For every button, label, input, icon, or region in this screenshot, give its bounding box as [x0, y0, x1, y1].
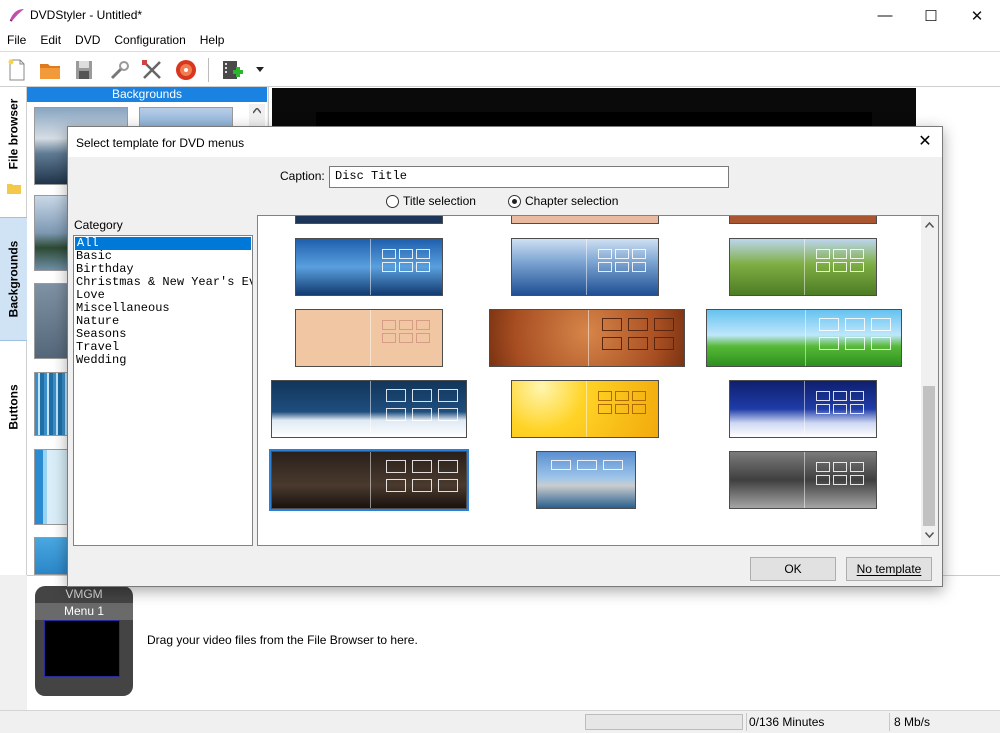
template-thumbnail[interactable] — [729, 216, 877, 224]
wrench-icon[interactable] — [108, 58, 132, 82]
caption-input[interactable]: Disc Title — [329, 166, 729, 188]
maximize-icon: ☐ — [924, 7, 938, 25]
tab-buttons[interactable]: Buttons — [0, 367, 27, 447]
status-divider — [746, 713, 747, 731]
bitrate-status: 8 Mb/s — [894, 715, 931, 729]
status-divider — [889, 713, 890, 731]
menu-dvd[interactable]: DVD — [68, 31, 107, 51]
template-thumbnail[interactable] — [511, 216, 659, 224]
drag-hint: Drag your video files from the File Brow… — [147, 633, 418, 647]
menu-1-thumbnail[interactable] — [44, 620, 120, 677]
menu-file[interactable]: File — [0, 31, 33, 51]
toolbar-separator — [208, 58, 209, 82]
category-item[interactable]: Wedding — [74, 354, 252, 367]
vmgm-menu-block[interactable]: VMGM Menu 1 — [35, 586, 133, 696]
burn-dvd-icon[interactable] — [174, 58, 198, 82]
status-bar: 0/136 Minutes 8 Mb/s — [0, 710, 1000, 733]
menu-help[interactable]: Help — [193, 31, 232, 51]
dialog-title-bar: Select template for DVD menus ✕ — [68, 127, 942, 157]
no-template-button[interactable]: No template — [846, 557, 932, 581]
chevron-up-icon[interactable] — [253, 108, 261, 114]
radio-title-selection[interactable]: Title selection — [386, 194, 476, 208]
background-thumbnail[interactable] — [139, 107, 233, 127]
caption-label: Caption: — [280, 169, 325, 183]
dialog-title: Select template for DVD menus — [76, 136, 245, 150]
template-thumbnail[interactable] — [295, 216, 443, 224]
tab-file-browser[interactable]: File browser — [0, 89, 27, 179]
template-thumbnail[interactable] — [706, 309, 902, 367]
tab-backgrounds[interactable]: Backgrounds — [0, 217, 27, 341]
tools-icon[interactable] — [140, 58, 164, 82]
radio-circle — [386, 194, 399, 208]
add-video-icon[interactable] — [220, 58, 244, 82]
template-thumbnail[interactable] — [536, 451, 636, 509]
menu-bar: File Edit DVD Configuration Help — [0, 31, 1000, 52]
disc-usage-progress — [585, 714, 743, 730]
titleset-manager: VMGM Menu 1 Drag your video files from t… — [27, 575, 1000, 710]
template-thumbnail[interactable] — [511, 380, 659, 438]
menu-edit[interactable]: Edit — [33, 31, 68, 51]
chevron-down-icon[interactable] — [256, 67, 264, 73]
side-tab-bar: File browser Backgrounds Buttons — [0, 87, 27, 575]
template-thumbnail[interactable] — [729, 238, 877, 296]
template-thumbnail[interactable] — [295, 238, 443, 296]
radio-circle-checked — [508, 194, 521, 208]
template-thumbnail[interactable] — [295, 309, 443, 367]
menu-configuration[interactable]: Configuration — [107, 31, 192, 51]
chevron-up-icon[interactable] — [925, 222, 934, 228]
title-bar: DVDStyler - Untitled* — ☐ ✕ — [0, 0, 1000, 31]
template-thumbnail[interactable] — [271, 380, 467, 438]
template-thumbnail[interactable] — [729, 451, 877, 509]
backgrounds-header: Backgrounds — [27, 87, 267, 102]
window-title: DVDStyler - Untitled* — [30, 8, 143, 22]
template-thumbnail[interactable] — [511, 238, 659, 296]
ok-button[interactable]: OK — [750, 557, 836, 581]
template-grid[interactable] — [257, 215, 939, 546]
template-thumbnail-selected[interactable] — [269, 449, 469, 511]
radio-chapter-selection[interactable]: Chapter selection — [508, 194, 618, 208]
folder-icon — [7, 184, 21, 194]
menu-1-label: Menu 1 — [35, 603, 133, 620]
vmgm-label: VMGM — [65, 587, 103, 601]
minimize-icon: — — [877, 7, 893, 24]
app-logo-icon — [9, 9, 24, 22]
close-icon: ✕ — [918, 133, 932, 150]
category-label: Category — [74, 218, 123, 232]
template-thumbnail[interactable] — [489, 309, 685, 367]
save-icon[interactable] — [72, 58, 96, 82]
template-thumbnail[interactable] — [729, 380, 877, 438]
maximize-button[interactable]: ☐ — [908, 0, 954, 31]
close-icon: ✕ — [970, 7, 984, 25]
category-list[interactable]: All Basic Birthday Christmas & New Year'… — [73, 235, 253, 546]
toolbar — [0, 52, 1000, 87]
minutes-status: 0/136 Minutes — [749, 715, 825, 729]
new-file-icon[interactable] — [5, 58, 29, 82]
open-folder-icon[interactable] — [38, 58, 62, 82]
scrollbar-thumb[interactable] — [923, 386, 935, 526]
minimize-button[interactable]: — — [862, 0, 908, 31]
close-button[interactable]: ✕ — [954, 0, 1000, 31]
template-scrollbar[interactable] — [921, 216, 938, 545]
chevron-down-icon[interactable] — [925, 532, 934, 538]
template-dialog: Select template for DVD menus ✕ Caption:… — [67, 126, 943, 587]
dialog-close-button[interactable]: ✕ — [914, 131, 936, 153]
